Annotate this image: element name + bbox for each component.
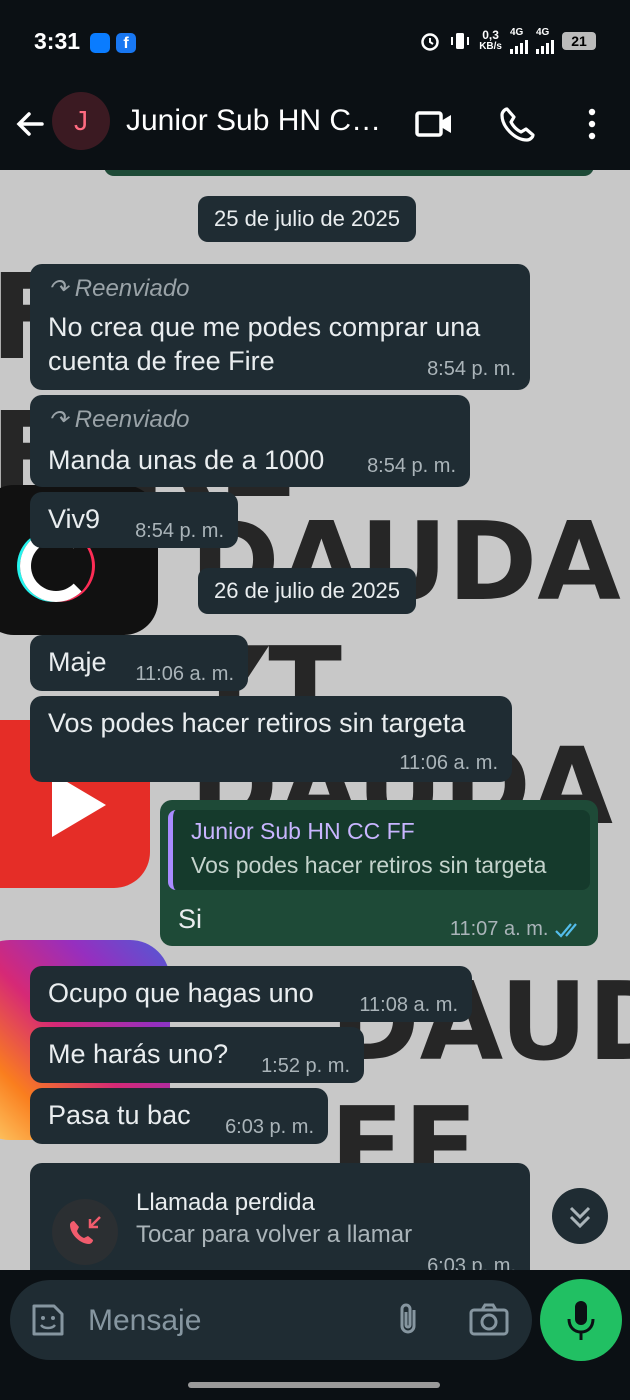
message-time: 11:07 a. m. [450,918,584,941]
message-text: Maje [48,647,107,677]
message-time: 8:54 p. m. [427,358,516,380]
signal-bars-2 [536,38,554,54]
date-separator: 25 de julio de 2025 [198,196,416,242]
signal-2: 4G [536,28,554,54]
scroll-top-green [104,170,594,176]
forwarded-text: Reenviado [74,275,190,302]
messenger-icon [90,33,110,53]
call-title: Llamada perdida [136,1189,315,1216]
message-input[interactable] [86,1298,370,1344]
message-bubble[interactable]: Pasa tu bac 6:03 p. m. [30,1088,328,1144]
message-time-text: 11:07 a. m. [449,918,549,940]
quoted-author: Junior Sub HN CC FF [191,818,415,844]
chat-area[interactable]: FREE FIRE DAUDA YT DAUDA FF DAUDA FF 25 … [0,170,630,1270]
call-subtitle: Tocar para volver a llamar [136,1221,413,1248]
message-time: 1:52 p. m. [261,1055,350,1077]
message-bubble[interactable]: Me harás uno? 1:52 p. m. [30,1027,364,1083]
signal-bars-1 [510,38,528,54]
net-speed-unit: KB/s [479,41,502,52]
message-text: Pasa tu bac [48,1100,191,1130]
message-bubble[interactable]: Maje 11:06 a. m. [30,635,248,691]
date-separator: 26 de julio de 2025 [198,568,416,614]
message-text: Me harás uno? [48,1039,229,1069]
sticker-icon[interactable] [28,1300,68,1340]
missed-call-icon [52,1199,118,1265]
message-time: 8:54 p. m. [135,520,224,542]
missed-call-bubble[interactable]: Llamada perdida Tocar para volver a llam… [30,1163,530,1270]
attach-icon[interactable] [388,1300,428,1340]
net-speed-value: 0,3 [482,28,499,42]
message-text: Ocupo que hagas uno [48,978,314,1008]
status-indicators: 0,3 KB/s 4G 4G 21 [419,28,596,54]
avatar[interactable]: J [52,92,110,150]
forwarded-label: ↷ Reenviado [48,406,190,433]
status-time: 3:31 [34,28,81,54]
outgoing-message-bubble[interactable]: Junior Sub HN CC FF Vos podes hacer reti… [160,800,598,946]
voice-message-button[interactable] [540,1279,622,1361]
message-bubble[interactable]: Viv9 8:54 p. m. [30,492,238,548]
message-composer [10,1280,532,1360]
vibrate-icon [451,33,470,49]
read-ticks-icon [555,923,577,938]
video-call-icon[interactable] [414,104,454,144]
message-bubble[interactable]: Vos podes hacer retiros sin targeta 11:0… [30,696,512,782]
message-bubble[interactable]: ↷ Reenviado No crea que me podes comprar… [30,264,530,390]
microphone-icon [567,1301,595,1340]
double-chevron-down-icon [569,1206,591,1229]
message-bubble[interactable]: Ocupo que hagas uno 11:08 a. m. [30,966,472,1022]
back-arrow-icon[interactable] [12,106,48,142]
more-options-icon[interactable] [572,104,612,144]
facebook-icon: f [116,33,136,53]
quoted-text: Vos podes hacer retiros sin targeta [191,852,547,878]
message-time: 11:08 a. m. [359,994,458,1016]
alarm-icon [421,33,439,51]
message-text: Manda unas de a 1000 [48,445,325,475]
net-type-2: 4G [536,27,550,38]
message-text: Si [178,904,203,934]
contact-name[interactable]: Junior Sub HN CC FF [126,104,396,138]
message-text: cuenta de free Fire [48,346,275,376]
status-bar: 3:31 f 0,3 KB/s 4G 4G 21 [0,0,630,86]
home-indicator[interactable] [188,1382,440,1388]
forwarded-label: ↷ Reenviado [48,275,190,302]
message-time: 8:54 p. m. [367,455,456,477]
youtube-play-icon [52,773,106,837]
message-time: 11:06 a. m. [135,663,234,685]
forwarded-text: Reenviado [74,406,190,433]
quoted-reply[interactable]: Junior Sub HN CC FF Vos podes hacer reti… [168,810,590,890]
net-type-1: 4G [510,27,524,38]
message-text: Vos podes hacer retiros sin targeta [48,708,466,738]
camera-icon[interactable] [468,1300,510,1340]
message-bubble[interactable]: ↷ Reenviado Manda unas de a 1000 8:54 p.… [30,395,470,487]
signal-1: 4G [510,28,528,54]
message-time: 6:03 p. m. [225,1116,314,1138]
phone-icon[interactable] [498,104,538,144]
message-text: No crea que me podes comprar una [48,312,481,342]
message-text: Viv9 [48,504,101,534]
message-time: 11:06 a. m. [399,752,498,774]
net-speed: 0,3 KB/s [479,29,502,53]
battery-indicator: 21 [562,32,596,50]
message-time: 6:03 p. m. [427,1255,516,1270]
scroll-to-bottom-button[interactable] [552,1188,608,1244]
